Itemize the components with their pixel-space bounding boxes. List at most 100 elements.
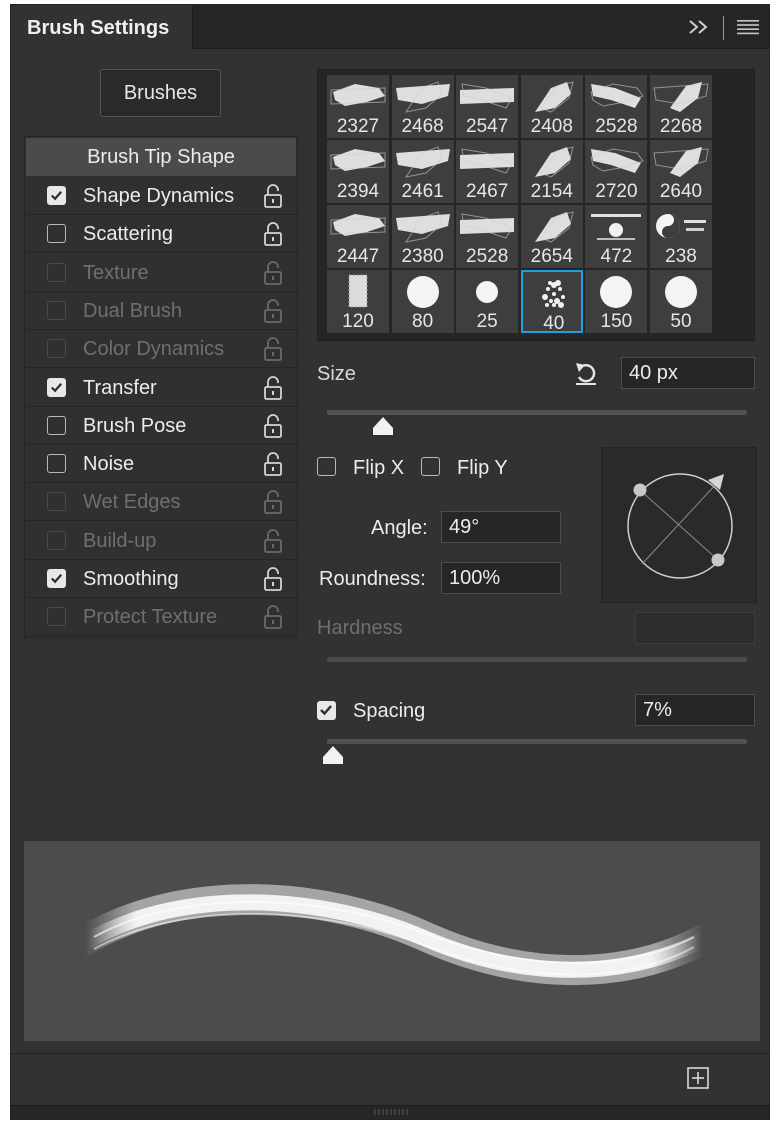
unlock-icon[interactable]	[263, 451, 283, 477]
brush-preset-grid: 2327 2468 2547 2408 2528 2268 2394 2461 2467 2154…	[317, 69, 755, 341]
brush-size-label: 80	[412, 311, 434, 332]
option-checkbox[interactable]	[47, 377, 66, 397]
option-checkbox[interactable]	[47, 186, 66, 205]
size-slider-handle[interactable]	[372, 416, 394, 436]
size-slider-track[interactable]	[327, 410, 747, 415]
brush-preset-cell[interactable]: 2467	[456, 140, 519, 203]
brush-preset-cell[interactable]: 2547	[456, 75, 519, 138]
option-row-shape-dynamics[interactable]: Shape Dynamics	[25, 177, 297, 215]
option-row-noise[interactable]: Noise	[25, 445, 297, 484]
brush-size-label: 2720	[595, 181, 638, 202]
brush-preset-cell[interactable]: 80	[391, 270, 454, 333]
brush-preset-cell[interactable]: 2394	[327, 140, 389, 203]
brush-size-label: 2547	[466, 116, 509, 137]
brush-tip-thumbnail	[541, 280, 565, 308]
brush-preset-cell[interactable]: 2528	[456, 205, 519, 268]
brush-preset-cell[interactable]: 2528	[585, 75, 648, 138]
option-label: Wet Edges	[83, 491, 181, 514]
panel-tab-bar: Brush Settings	[11, 5, 769, 49]
brush-size-label: 2154	[530, 181, 573, 202]
option-label: Scattering	[83, 223, 174, 246]
brush-size-label: 50	[670, 311, 692, 332]
brush-tip-thumbnail	[330, 84, 386, 106]
brush-preset-cell[interactable]: 2461	[391, 140, 454, 203]
option-checkbox[interactable]	[47, 415, 66, 435]
option-checkbox	[47, 262, 66, 282]
reset-arrow-icon[interactable]	[573, 361, 601, 387]
brush-tip-thumbnail	[460, 83, 515, 109]
brush-tip-thumbnail	[395, 146, 450, 178]
unlock-icon[interactable]	[263, 566, 283, 592]
tab-brush-settings[interactable]: Brush Settings	[11, 5, 193, 49]
double-chevron-right-icon[interactable]	[687, 18, 711, 36]
brush-tip-shape-item[interactable]: Brush Tip Shape	[26, 138, 296, 176]
brush-size-label: 120	[342, 311, 374, 332]
brush-size-label: 2467	[466, 181, 509, 202]
brush-size-label: 2447	[336, 246, 380, 267]
brush-preset-cell[interactable]: 2327	[327, 75, 389, 138]
brush-tip-thumbnail	[476, 281, 499, 303]
unlock-icon	[264, 528, 282, 553]
brush-size-label: 238	[665, 246, 697, 267]
brush-size-label: 2640	[659, 181, 703, 202]
brush-preset-cell[interactable]: 2720	[585, 140, 648, 203]
resize-grip-icon[interactable]	[371, 1108, 411, 1116]
brush-settings-panel: Brush Settings Brushes Brush Tip Shape S…	[10, 4, 770, 1120]
brushes-button[interactable]: Brushes	[100, 69, 221, 117]
brush-preset-cell[interactable]: 2468	[391, 75, 454, 138]
brush-preset-cell[interactable]: 2640	[650, 140, 712, 203]
brush-preset-cell[interactable]: 25	[456, 270, 519, 333]
unlock-icon[interactable]	[263, 375, 283, 401]
hamburger-menu-icon[interactable]	[737, 19, 759, 35]
new-brush-icon[interactable]	[687, 1067, 709, 1089]
roundness-label: Roundness:	[319, 568, 426, 590]
brush-preset-cell[interactable]: 150	[585, 270, 648, 333]
angle-roundness-widget[interactable]	[601, 447, 757, 603]
brush-size-label: 2394	[336, 181, 380, 202]
brush-size-label: 2380	[401, 246, 444, 267]
brush-size-label: 2461	[401, 181, 444, 202]
brush-tip-thumbnail	[590, 148, 645, 173]
brush-size-label: 2327	[336, 116, 380, 137]
flip-x-label: Flip X	[353, 457, 405, 479]
spacing-checkbox[interactable]	[317, 701, 336, 720]
option-checkbox[interactable]	[47, 454, 66, 474]
option-label: Noise	[83, 453, 135, 476]
brush-preset-cell[interactable]: 2408	[520, 75, 583, 138]
option-checkbox[interactable]	[47, 569, 66, 588]
size-field[interactable]: 40 px	[621, 357, 755, 389]
option-label: Color Dynamics	[83, 338, 225, 361]
unlock-icon[interactable]	[263, 413, 283, 439]
spacing-slider-track[interactable]	[327, 739, 747, 744]
brush-preset-cell[interactable]: 472	[585, 205, 648, 268]
brush-preset-cell[interactable]: 2154	[520, 140, 583, 203]
brush-size-label: 2654	[530, 246, 573, 267]
brush-preset-cell[interactable]: 40	[520, 270, 583, 334]
brush-preset-cell[interactable]: 2268	[650, 75, 712, 138]
option-row-transfer[interactable]: Transfer	[25, 369, 297, 407]
option-row-smoothing[interactable]: Smoothing	[25, 560, 297, 598]
brush-preset-cell[interactable]: 50	[650, 270, 712, 333]
unlock-icon[interactable]	[263, 221, 283, 247]
brush-preset-cell[interactable]: 2447	[327, 205, 389, 268]
brush-tip-thumbnail	[534, 146, 574, 178]
brush-size-label: 2468	[401, 116, 444, 137]
brush-tip-thumbnail	[665, 276, 697, 308]
brush-preset-cell[interactable]: 120	[327, 270, 389, 333]
option-row-protect-texture: Protect Texture	[25, 598, 297, 637]
roundness-field[interactable]: 100%	[441, 562, 561, 594]
spacing-slider-handle[interactable]	[322, 745, 344, 765]
brush-size-label: 40	[543, 313, 565, 334]
spacing-field[interactable]: 7%	[635, 694, 755, 726]
flip-x-checkbox[interactable]	[317, 457, 336, 476]
flip-y-checkbox[interactable]	[421, 457, 440, 476]
option-checkbox[interactable]	[47, 224, 66, 244]
option-row-brush-pose[interactable]: Brush Pose	[25, 407, 297, 445]
brush-preset-cell[interactable]: 2654	[520, 205, 583, 268]
unlock-icon[interactable]	[263, 183, 283, 209]
angle-field[interactable]: 49°	[441, 511, 561, 543]
brush-preset-cell[interactable]: 238	[650, 205, 712, 268]
brush-size-label: 2528	[466, 246, 509, 267]
brush-preset-cell[interactable]: 2380	[391, 205, 454, 268]
option-row-scattering[interactable]: Scattering	[25, 215, 297, 254]
